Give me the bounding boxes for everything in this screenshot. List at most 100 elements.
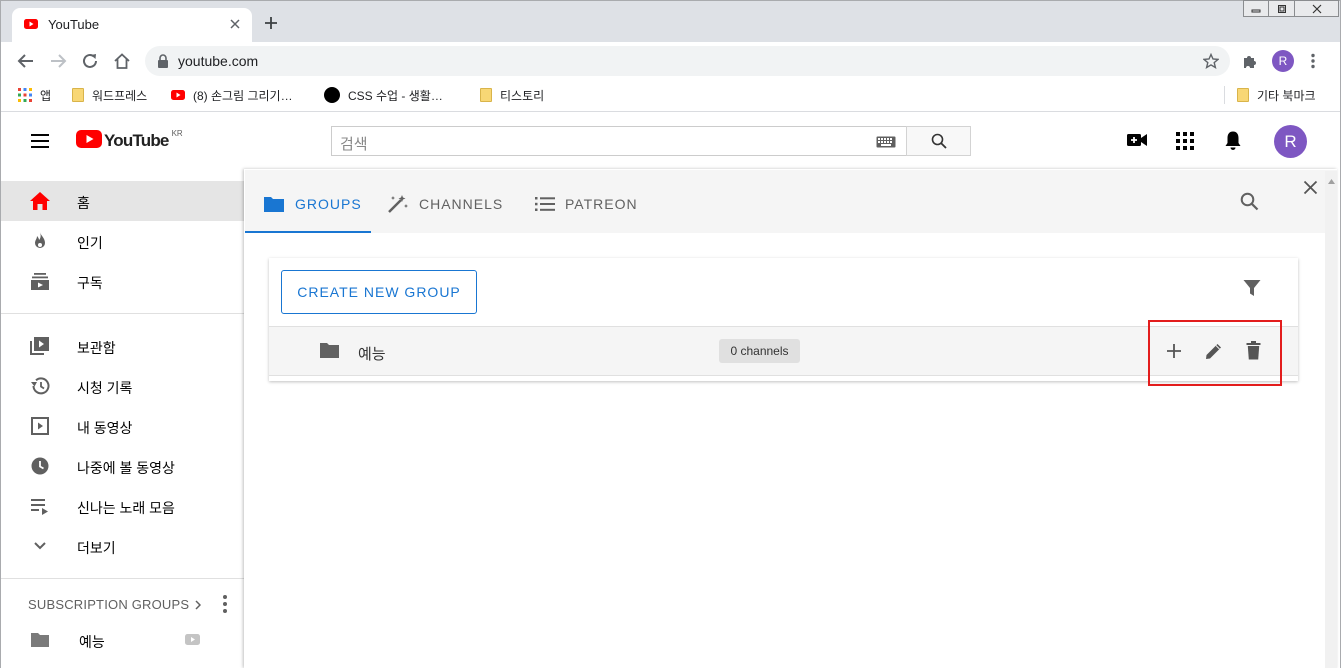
bookmark-tistory[interactable]: 티스토리	[480, 86, 544, 104]
create-video-icon[interactable]	[1126, 131, 1148, 149]
sidebar-item-library[interactable]: 보관함	[1, 326, 244, 366]
tab-channels[interactable]: CHANNELS	[387, 194, 503, 214]
search-icon	[931, 133, 947, 149]
bookmark-label: 앱	[40, 88, 52, 103]
restore-window-icon[interactable]	[1269, 0, 1295, 17]
close-window-icon[interactable]	[1295, 0, 1339, 17]
history-icon	[29, 376, 51, 396]
tab-label: CHANNELS	[419, 196, 504, 212]
library-icon	[29, 336, 51, 356]
url-text: youtube.com	[178, 53, 259, 69]
folder-icon	[319, 342, 340, 359]
channel-count-chip: 0 channels	[719, 339, 800, 363]
search-placeholder: 검색	[340, 136, 368, 153]
filter-icon[interactable]	[1243, 279, 1261, 297]
scroll-up-arrow-icon[interactable]	[1328, 179, 1335, 184]
new-tab-icon[interactable]	[264, 16, 278, 30]
sidebar-item-your-videos[interactable]: 내 동영상	[1, 406, 244, 446]
youtube-favicon-icon	[24, 19, 38, 29]
bookmark-star-icon[interactable]	[1203, 53, 1219, 69]
highlight-box	[1148, 320, 1282, 386]
reload-icon[interactable]	[81, 52, 99, 70]
forward-arrow-icon[interactable]	[49, 52, 67, 70]
tab-groups[interactable]: GROUPS	[263, 194, 362, 214]
folder-icon	[29, 630, 51, 650]
search-input[interactable]: 검색	[331, 126, 907, 156]
sidebar-item-show-more[interactable]: 더보기	[1, 526, 244, 566]
folder-icon	[480, 88, 492, 102]
back-arrow-icon[interactable]	[17, 52, 35, 70]
bookmark-label: 워드프레스	[92, 88, 148, 103]
panel-scrollbar[interactable]	[1325, 171, 1337, 668]
chevron-right-icon	[195, 599, 202, 610]
youtube-logo-icon	[76, 130, 102, 148]
notifications-bell-icon[interactable]	[1224, 130, 1242, 151]
extensions-puzzle-icon[interactable]	[1242, 53, 1258, 69]
minimize-window-icon[interactable]	[1243, 0, 1269, 17]
sidebar-item-watch-later[interactable]: 나중에 볼 동영상	[1, 446, 244, 486]
sidebar-item-label: 나중에 볼 동영상	[77, 460, 175, 476]
folder-icon	[1237, 88, 1249, 102]
sidebar-item-label: 신나는 노래 모음	[77, 500, 175, 516]
subscriptions-icon	[29, 271, 51, 291]
bookmark-label: CSS 수업 - 생활…	[348, 88, 443, 103]
browser-profile-avatar[interactable]: R	[1272, 50, 1294, 72]
hamburger-menu-icon[interactable]	[30, 133, 50, 149]
youtube-account-avatar[interactable]: R	[1274, 125, 1307, 158]
sidebar-item-label: 예능	[79, 634, 105, 650]
sidebar-item-label: 더보기	[77, 540, 116, 556]
sidebar-item-history[interactable]: 시청 기록	[1, 366, 244, 406]
bookmark-label: 기타 북마크	[1257, 88, 1316, 103]
bookmark-label: 티스토리	[500, 88, 545, 103]
tab-title: YouTube	[48, 17, 100, 32]
create-new-group-button[interactable]: CREATE NEW GROUP	[281, 270, 477, 314]
close-tab-icon[interactable]	[229, 18, 241, 30]
bookmark-wordpress[interactable]: 워드프레스	[72, 86, 147, 104]
sidebar-item-label: 인기	[77, 235, 103, 251]
panel-search-icon[interactable]	[1240, 192, 1259, 211]
sidebar-item-label: 홈	[77, 195, 90, 211]
sidebar-item-playlist[interactable]: 신나는 노래 모음	[1, 486, 244, 526]
bookmark-css-class[interactable]: CSS 수업 - 생활…	[324, 86, 443, 104]
youtube-logo[interactable]: YouTube KR	[76, 129, 183, 151]
youtube-apps-icon[interactable]	[1176, 132, 1194, 150]
your-videos-icon	[29, 416, 51, 436]
bookmark-other[interactable]: 기타 북마크	[1237, 86, 1316, 104]
sidebar-divider	[1, 578, 244, 579]
search-button[interactable]	[906, 126, 971, 156]
tab-label: GROUPS	[295, 196, 362, 212]
home-browser-icon[interactable]	[113, 52, 131, 70]
tab-patreon[interactable]: PATREON	[535, 194, 638, 214]
window-border	[0, 0, 1, 668]
sidebar-item-home[interactable]: 홈	[1, 181, 244, 221]
subscription-groups-more-icon[interactable]	[222, 594, 228, 614]
sidebar-divider	[1, 313, 244, 314]
browser-menu-icon[interactable]	[1310, 53, 1316, 69]
folder-icon	[72, 88, 84, 102]
keyboard-icon[interactable]	[876, 136, 896, 148]
bookmark-label: (8) 손그림 그리기…	[193, 88, 293, 103]
magic-wand-icon	[387, 194, 409, 214]
bookmark-youtube-drawing[interactable]: (8) 손그림 그리기…	[171, 86, 293, 104]
address-bar[interactable]: youtube.com	[145, 46, 1230, 76]
youtube-small-icon	[185, 634, 200, 645]
panel-close-icon[interactable]	[1303, 180, 1318, 195]
sidebar-item-label: 시청 기록	[77, 380, 133, 396]
chevron-down-icon	[29, 536, 51, 556]
sidebar-item-subscriptions[interactable]: 구독	[1, 261, 244, 301]
lock-icon	[157, 54, 169, 68]
sidebar-item-trending[interactable]: 인기	[1, 221, 244, 261]
trending-fire-icon	[29, 231, 51, 251]
folder-icon	[263, 195, 285, 213]
subscription-group-item[interactable]: 예능	[1, 620, 244, 660]
youtube-region-code: KR	[171, 129, 183, 138]
group-name: 예능	[358, 346, 386, 363]
subscription-groups-title: SUBSCRIPTION GROUPS	[28, 597, 190, 612]
window-controls	[1243, 0, 1341, 18]
list-icon	[535, 196, 555, 212]
bookmark-apps[interactable]: 앱	[18, 86, 51, 104]
browser-tab-youtube[interactable]: YouTube	[12, 8, 252, 42]
youtube-icon	[171, 90, 185, 100]
subscription-groups-heading[interactable]: SUBSCRIPTION GROUPS	[28, 597, 202, 612]
apps-grid-icon	[18, 88, 32, 102]
